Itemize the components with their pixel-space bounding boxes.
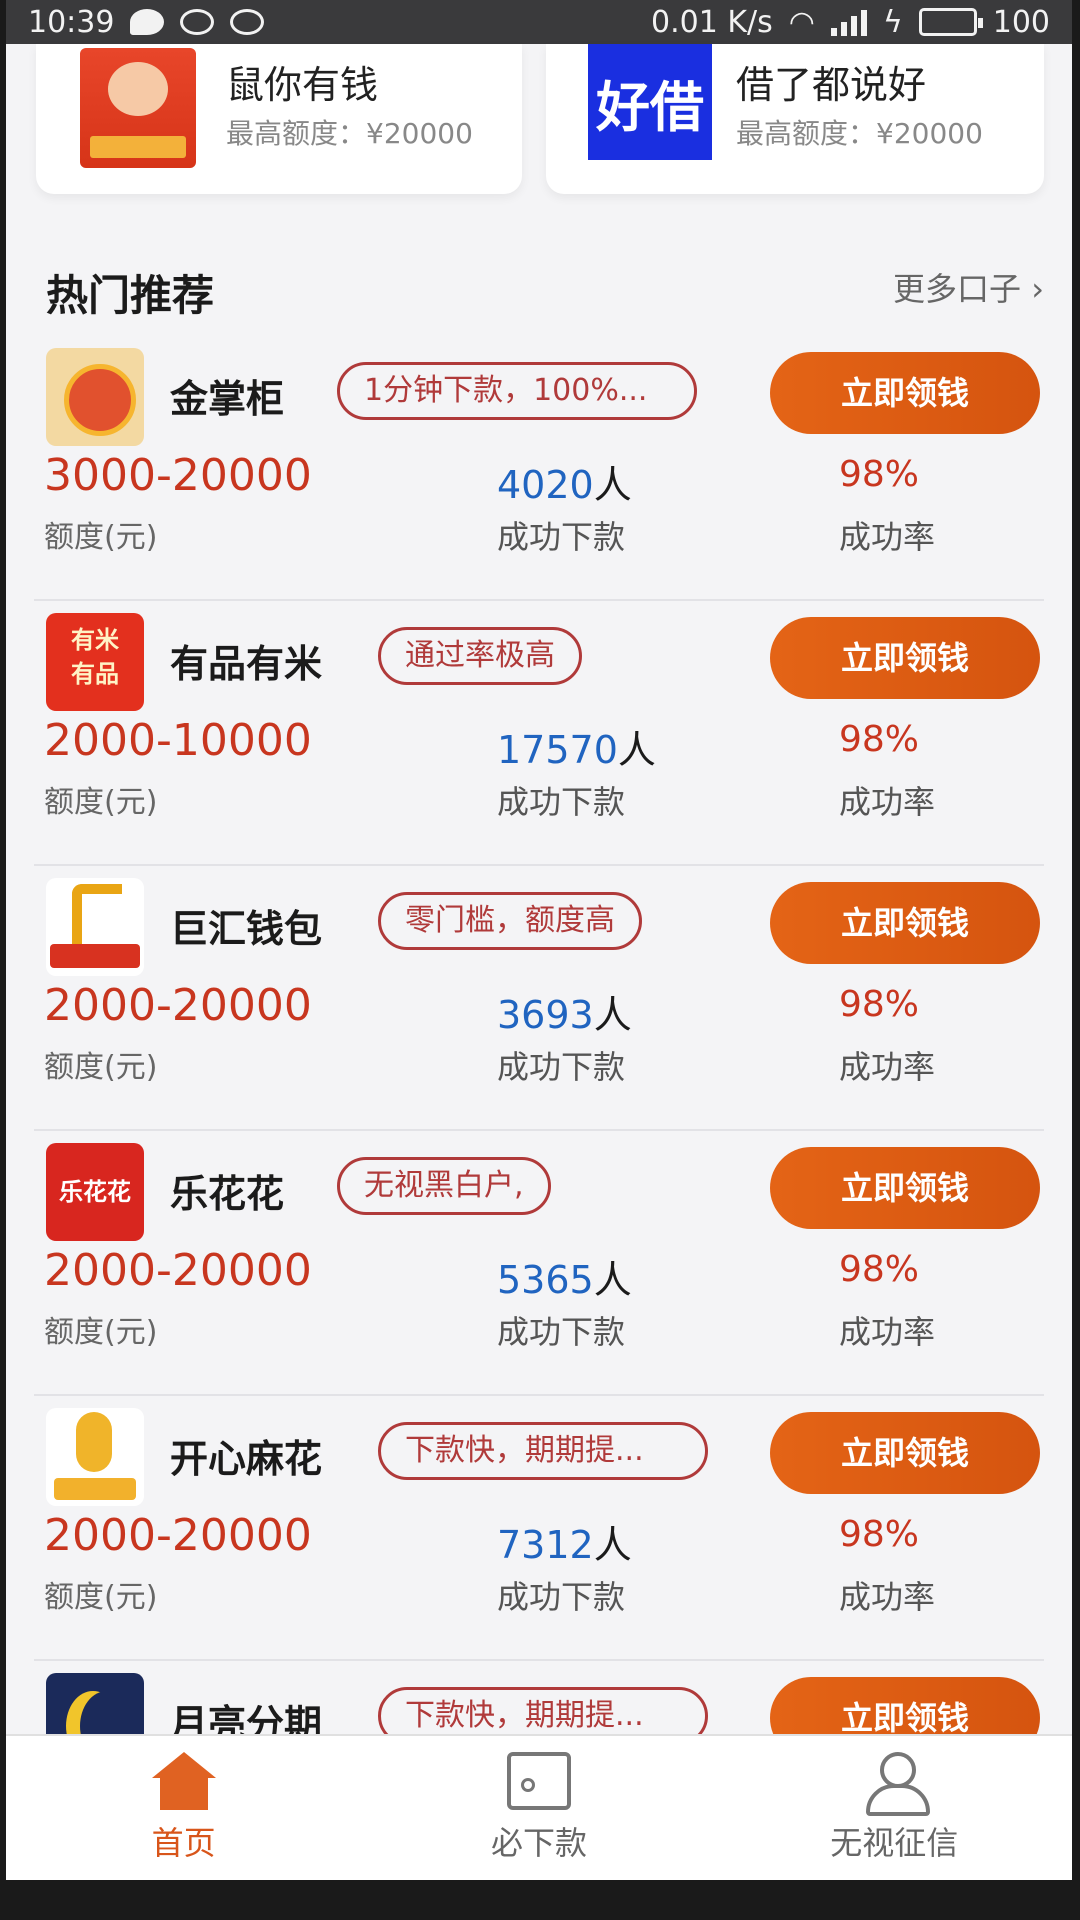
product-item[interactable]: 有米 有品 有品有米 通过率极高 立即领钱 2000-10000 额度(元) 1… [34,601,1044,866]
product-tag: 下款快，期期提... [378,1422,708,1480]
product-name: 乐花花 [170,1172,285,1216]
charging-icon: ϟ [882,4,903,40]
success-count: 7312人 [497,1523,632,1567]
success-rate-label: 成功率 [839,1048,936,1086]
success-count-label: 成功下款 [497,1048,626,1086]
wifi-icon: ◠ [788,4,815,40]
product-tag: 通过率极高 [378,627,582,685]
featured-cards: 鼠你有钱 最高额度：¥20000 好借 借了都说好 最高额度：¥20000 [6,44,1072,204]
amount-range: 2000-20000 [44,980,312,1031]
tab-label: 首页 [151,1824,216,1862]
message-icon [130,9,165,35]
featured-card-limit: 最高额度：¥20000 [226,117,473,150]
status-time: 10:39 [28,4,115,40]
product-item[interactable]: 乐花花 乐花花 无视黑白户, 立即领钱 2000-20000 额度(元) 536… [34,1131,1044,1396]
kaixinmahua-logo-icon [46,1408,144,1506]
success-count: 3693人 [497,993,632,1037]
success-rate: 98% [839,719,920,760]
get-money-button[interactable]: 立即领钱 [770,617,1040,699]
home-icon [151,1752,216,1810]
get-money-button[interactable]: 立即领钱 [770,352,1040,434]
amount-range-label: 额度(元) [44,1050,158,1085]
rat-logo-icon [80,48,196,168]
section-title: 热门推荐 [46,271,215,320]
tab-label: 无视征信 [830,1824,959,1862]
amount-range-label: 额度(元) [44,785,158,820]
amount-range-label: 额度(元) [44,1315,158,1350]
haojie-logo-icon: 好借 [588,44,712,160]
tab-guaranteed-loan[interactable]: 必下款 [389,1752,689,1864]
app-screen: 10:39 0.01 K/s ◠ ϟ 100 鼠你有钱 最高额度：¥20000 … [6,0,1072,1880]
product-list: 金掌柜 1分钟下款，100%... 立即领钱 3000-20000 额度(元) … [6,336,1072,1880]
signal-icon [830,8,867,36]
product-name: 金掌柜 [170,377,285,421]
success-count-label: 成功下款 [497,518,626,556]
success-rate: 98% [839,1514,920,1555]
product-tag: 零门槛，额度高 [378,892,642,950]
tab-no-credit-check[interactable]: 无视征信 [744,1752,1044,1864]
product-name: 巨汇钱包 [170,907,323,951]
amount-range: 2000-10000 [44,715,312,766]
success-rate: 98% [839,454,920,495]
success-rate-label: 成功率 [839,518,936,556]
success-count-label: 成功下款 [497,1313,626,1351]
get-money-button[interactable]: 立即领钱 [770,1412,1040,1494]
product-item[interactable]: 金掌柜 1分钟下款，100%... 立即领钱 3000-20000 额度(元) … [34,336,1044,601]
juhuiqianbao-logo-icon [46,878,144,976]
check-circle-icon [230,9,265,35]
featured-card-limit: 最高额度：¥20000 [736,117,983,150]
lehuahua-logo-icon: 乐花花 [46,1143,144,1241]
get-money-button[interactable]: 立即领钱 [770,1147,1040,1229]
product-item[interactable]: 开心麻花 下款快，期期提... 立即领钱 2000-20000 额度(元) 73… [34,1396,1044,1661]
featured-card-2[interactable]: 好借 借了都说好 最高额度：¥20000 [546,44,1044,194]
product-tag: 1分钟下款，100%... [337,362,697,420]
success-count-label: 成功下款 [497,783,626,821]
youpinyoumi-logo-icon: 有米 有品 [46,613,144,711]
product-name: 有品有米 [170,642,323,686]
bottom-tab-bar: 首页 必下款 无视征信 [6,1734,1072,1880]
check-circle-icon [180,9,215,35]
tab-label: 必下款 [490,1824,587,1862]
success-rate-label: 成功率 [839,1578,936,1616]
get-money-button[interactable]: 立即领钱 [770,882,1040,964]
success-rate-label: 成功率 [839,783,936,821]
success-count: 4020人 [497,463,632,507]
battery-icon [918,8,983,36]
amount-range: 2000-20000 [44,1510,312,1561]
battery-level: 100 [992,4,1050,40]
amount-range-label: 额度(元) [44,520,158,555]
user-icon [862,1752,931,1816]
success-count: 17570人 [497,728,656,772]
amount-range-label: 额度(元) [44,1580,158,1615]
product-tag: 无视黑白户, [337,1157,551,1215]
success-rate-label: 成功率 [839,1313,936,1351]
success-rate: 98% [839,1249,920,1290]
success-count-label: 成功下款 [497,1578,626,1616]
amount-range: 2000-20000 [44,1245,312,1296]
product-item[interactable]: 巨汇钱包 零门槛，额度高 立即领钱 2000-20000 额度(元) 3693人… [34,866,1044,1131]
more-link[interactable]: 更多口子 › [893,264,1044,310]
success-count: 5365人 [497,1258,632,1302]
featured-card-name: 借了都说好 [736,63,927,107]
featured-card-name: 鼠你有钱 [226,63,379,107]
product-name: 开心麻花 [170,1437,323,1481]
amount-range: 3000-20000 [44,450,312,501]
jinzhanggui-logo-icon [46,348,144,446]
tab-home[interactable]: 首页 [34,1752,334,1864]
success-rate: 98% [839,984,920,1025]
network-speed: 0.01 K/s [651,4,773,40]
wallet-icon [506,1752,571,1810]
featured-card-1[interactable]: 鼠你有钱 最高额度：¥20000 [36,44,522,194]
status-bar: 10:39 0.01 K/s ◠ ϟ 100 [6,0,1072,44]
